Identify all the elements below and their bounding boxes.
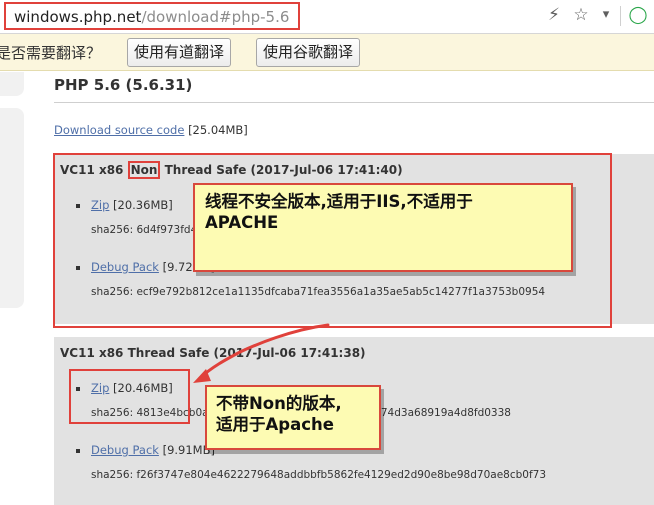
page-title: PHP 5.6 (5.6.31): [54, 76, 193, 94]
callout-text: 不带Non的版本,: [216, 394, 342, 413]
annotation-callout-nts: 线程不安全版本,适用于IIS,不适用于 APACHE: [193, 183, 573, 272]
source-download: Download source code [25.04MB]: [54, 123, 248, 137]
url-path: /download#php-5.6: [141, 8, 290, 26]
url-host: windows.php.net: [14, 8, 142, 26]
source-size: [25.04MB]: [188, 123, 248, 137]
list-bullet: [76, 449, 80, 453]
chevron-down-icon[interactable]: ▾: [595, 4, 617, 26]
annotation-callout-ts: 不带Non的版本, 适用于Apache: [205, 385, 381, 450]
url-text: windows.php.net/download#php-5.6: [14, 8, 289, 26]
lightning-icon[interactable]: ⚡: [543, 4, 565, 26]
youdao-translate-button[interactable]: 使用有道翻译: [127, 38, 232, 67]
google-translate-button[interactable]: 使用谷歌翻译: [256, 38, 361, 67]
star-icon[interactable]: ☆: [570, 4, 592, 26]
debug-pack-link[interactable]: Debug Pack: [91, 443, 159, 457]
translate-bar: 是否需要翻译？ 使用有道翻译 使用谷歌翻译: [0, 34, 654, 71]
url-field[interactable]: windows.php.net/download#php-5.6: [4, 2, 300, 30]
release-ts-title: VC11 x86 Thread Safe (2017-Jul-06 17:41:…: [60, 346, 366, 360]
callout-text: APACHE: [205, 213, 279, 232]
toolbar-divider: [620, 6, 621, 26]
download-source-link[interactable]: Download source code: [54, 123, 184, 137]
annotation-box-ts-zip: [69, 369, 190, 424]
left-sidebar-card: [0, 72, 24, 96]
translate-prompt: 是否需要翻译？: [0, 44, 102, 62]
list-item: Debug Pack [9.91MB]: [91, 443, 215, 457]
callout-text: 线程不安全版本,适用于IIS,不适用于: [205, 192, 473, 211]
sha256-hash: sha256: f26f3747e804e4622279648addbbfb58…: [91, 469, 547, 481]
extension-icon[interactable]: ◯: [627, 4, 649, 26]
title-divider: [54, 102, 654, 103]
left-sidebar-panel: [0, 108, 24, 308]
callout-text: 适用于Apache: [216, 415, 334, 434]
address-bar: windows.php.net/download#php-5.6 ⚡ ☆ ▾ ◯: [0, 0, 654, 34]
